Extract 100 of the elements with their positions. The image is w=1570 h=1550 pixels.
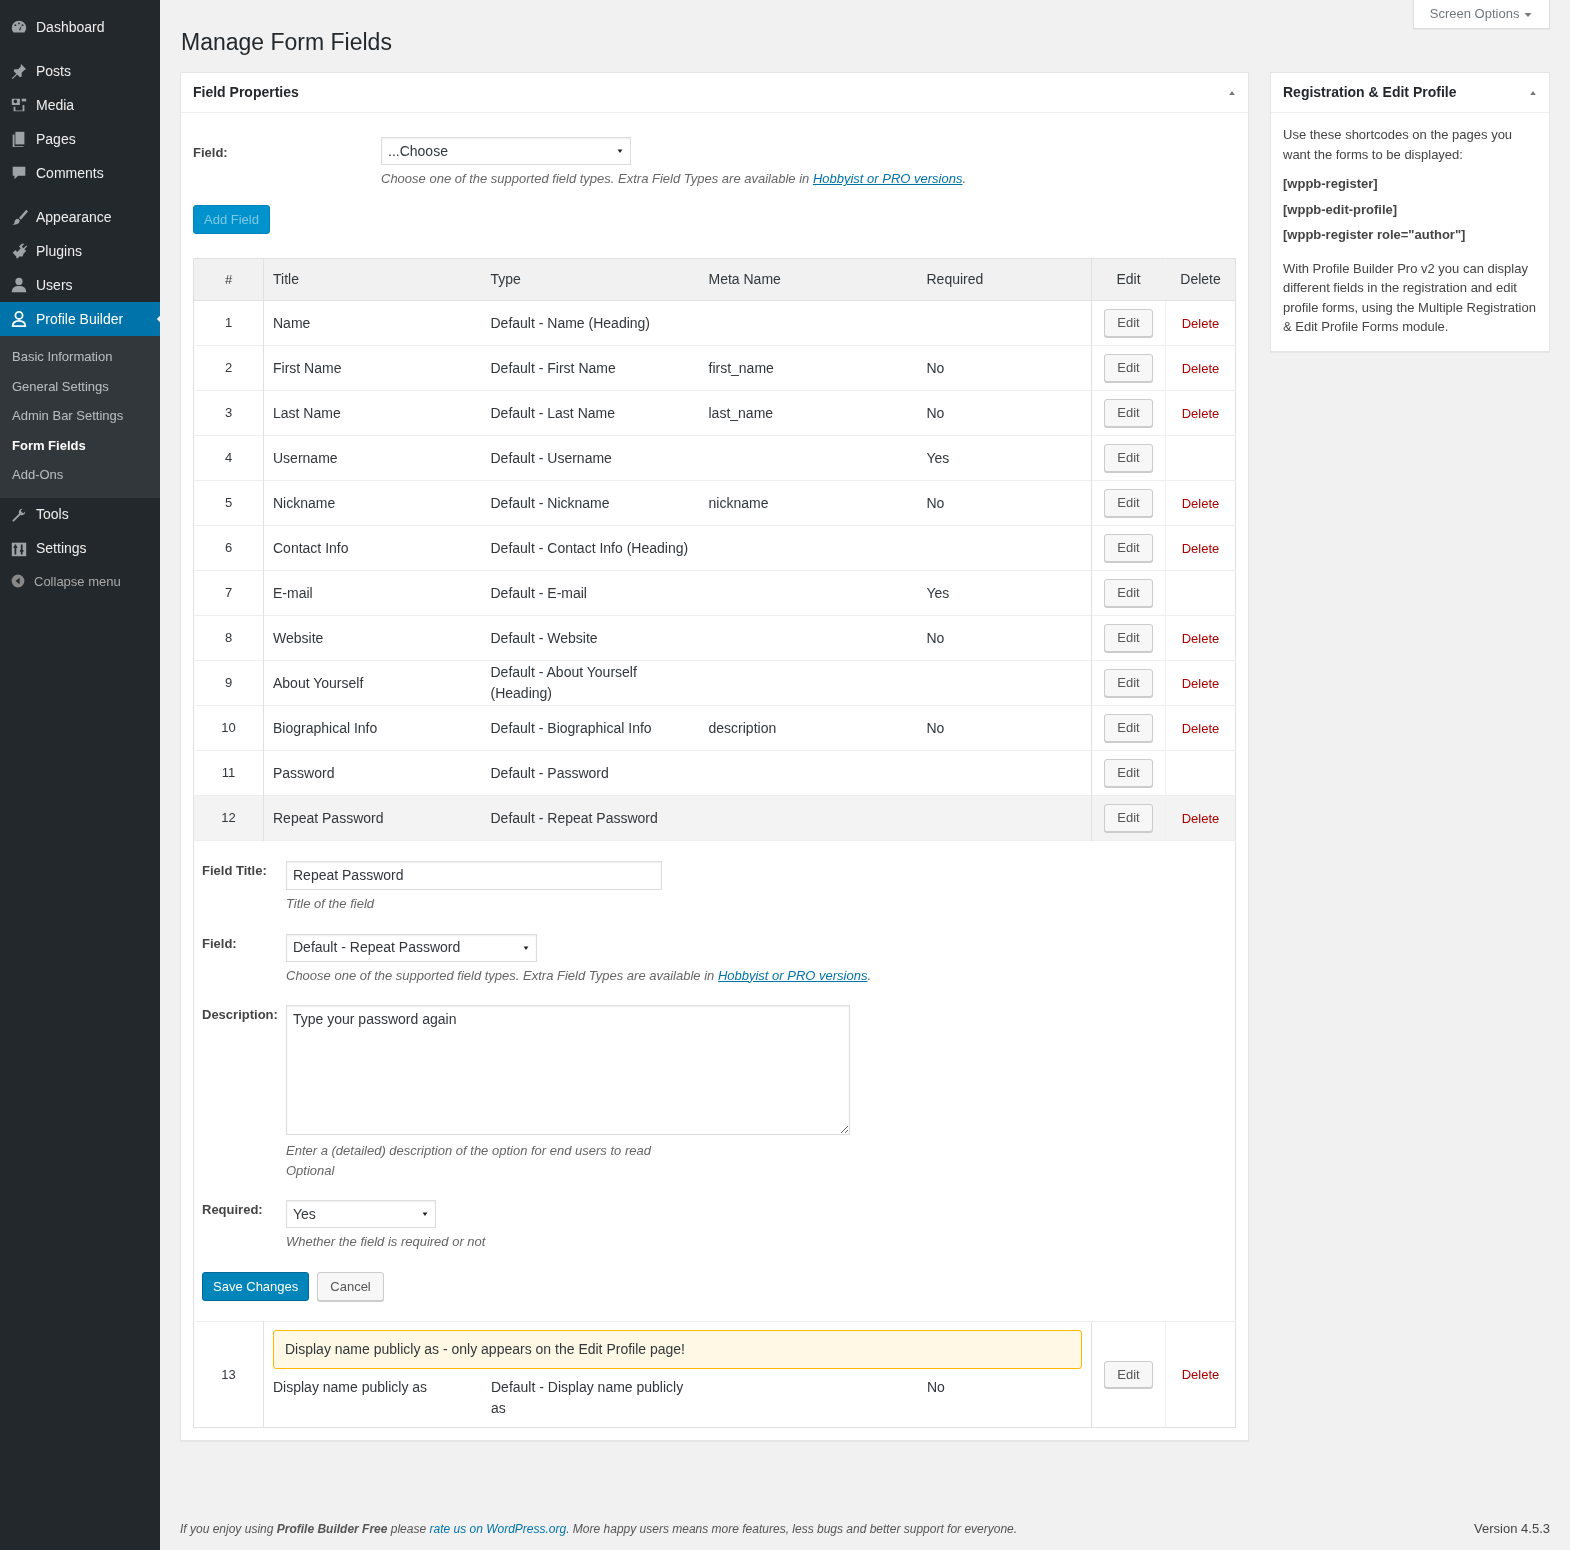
edit-button[interactable]: Edit bbox=[1104, 714, 1153, 742]
column-header: Delete bbox=[1165, 258, 1236, 301]
plug-icon bbox=[10, 242, 28, 260]
table-cell: Default - First Name bbox=[481, 345, 700, 391]
cancel-button[interactable]: Cancel bbox=[317, 1271, 384, 1302]
column-header: # bbox=[193, 258, 264, 301]
field-label: Field Title: bbox=[202, 862, 268, 881]
edit-button[interactable]: Edit bbox=[1104, 669, 1153, 697]
delete-link[interactable]: Delete bbox=[1181, 495, 1220, 511]
table-cell: Default - Username bbox=[481, 435, 700, 481]
screen-options-button[interactable]: Screen Options bbox=[1412, 0, 1550, 29]
table-cell: Nickname bbox=[263, 480, 482, 526]
panel-title: Field Properties bbox=[193, 83, 299, 103]
menu-item[interactable]: Comments bbox=[0, 156, 160, 190]
table-cell: Default - About Yourself (Heading) bbox=[481, 660, 700, 706]
menu-item[interactable]: Users bbox=[0, 268, 160, 302]
menu-item[interactable]: Settings bbox=[0, 531, 160, 566]
table-cell: No bbox=[917, 615, 1092, 661]
menu-item[interactable]: Posts bbox=[0, 54, 160, 88]
menu-item[interactable]: Profile Builder bbox=[0, 302, 160, 336]
person-icon bbox=[10, 310, 28, 328]
table-cell-text: Display name publicly as bbox=[273, 1378, 429, 1398]
delete-link[interactable]: Delete bbox=[1181, 1367, 1220, 1383]
delete-link[interactable]: Delete bbox=[1181, 540, 1220, 556]
menu-item[interactable]: Dashboard bbox=[0, 10, 160, 44]
paintbrush-icon bbox=[10, 208, 28, 226]
table-cell: Username bbox=[263, 435, 482, 481]
hint-text: Choose one of the supported field types. Extra Field Types are available in Hobbyist or PRO versions. bbox=[381, 170, 967, 189]
table-cell: last_name bbox=[699, 390, 918, 436]
footer-text: If you enjoy using Profile Builder Free please rate us on WordPress.org. More happy users means more features, less bugs and better support for everyone. bbox=[180, 1521, 1018, 1538]
shortcode-text: [wppb-register] bbox=[1283, 175, 1379, 194]
delete-link[interactable]: Delete bbox=[1181, 810, 1220, 826]
note-text: With Profile Builder Pro v2 you can display different fields in the registration and edit profile forms, using the Multiple Registration & Edit Profile Forms module. bbox=[1283, 259, 1537, 337]
row-number: 12 bbox=[193, 795, 264, 841]
edit-button[interactable]: Edit bbox=[1104, 309, 1153, 337]
hint-text: Whether the field is required or not bbox=[286, 1233, 486, 1252]
menu-item[interactable]: Plugins bbox=[0, 234, 160, 268]
row-number: 4 bbox=[193, 435, 264, 481]
dropdown-arrow-icon bbox=[522, 943, 530, 952]
table-cell: E-mail bbox=[263, 570, 482, 616]
submenu-item[interactable]: Form Fields bbox=[0, 430, 160, 460]
edit-button[interactable]: Edit bbox=[1104, 579, 1153, 607]
hint-text: Optional bbox=[286, 1161, 336, 1180]
table-cell: No bbox=[917, 480, 1092, 526]
menu-item[interactable]: Tools bbox=[0, 497, 160, 532]
delete-link[interactable]: Delete bbox=[1181, 360, 1220, 376]
table-cell: Biographical Info bbox=[263, 705, 482, 751]
hint-text: Title of the field bbox=[286, 895, 376, 914]
table-cell: About Yourself bbox=[263, 660, 482, 706]
user-icon bbox=[10, 276, 28, 294]
row-number: 2 bbox=[193, 345, 264, 391]
table-cell: description bbox=[699, 705, 918, 751]
table-cell: No bbox=[917, 345, 1092, 391]
edit-button[interactable]: Edit bbox=[1104, 804, 1153, 832]
select-dropdown[interactable]: ...Choose bbox=[381, 137, 631, 166]
text-input[interactable]: Repeat Password bbox=[286, 861, 662, 891]
menu-item[interactable]: Pages bbox=[0, 122, 160, 156]
page-title: Manage Form Fields bbox=[181, 28, 393, 57]
row-number: 6 bbox=[193, 525, 264, 571]
submenu-item[interactable]: Admin Bar Settings bbox=[0, 401, 160, 431]
description-textarea[interactable]: Type your password again bbox=[286, 1005, 850, 1136]
submenu-item[interactable]: General Settings bbox=[0, 371, 160, 401]
table-cell: Default - Website bbox=[481, 615, 700, 661]
menu-item[interactable]: Appearance bbox=[0, 200, 160, 234]
edit-button[interactable]: Edit bbox=[1104, 1360, 1153, 1389]
save-changes-button[interactable]: Save Changes bbox=[202, 1271, 310, 1302]
edit-button[interactable]: Edit bbox=[1104, 759, 1153, 787]
column-header: Meta Name bbox=[699, 258, 918, 301]
intro-text: Use these shortcodes on the pages you want the forms to be displayed: bbox=[1283, 126, 1514, 164]
edit-button[interactable]: Edit bbox=[1104, 399, 1153, 427]
table-cell: Repeat Password bbox=[263, 795, 482, 841]
collapse-menu-button[interactable]: Collapse menu bbox=[0, 565, 160, 597]
field-label: Field: bbox=[202, 934, 238, 953]
edit-button[interactable]: Edit bbox=[1104, 444, 1153, 472]
delete-link[interactable]: Delete bbox=[1181, 315, 1220, 331]
column-header: Type bbox=[481, 258, 700, 301]
delete-link[interactable]: Delete bbox=[1181, 720, 1220, 736]
table-cell: Default - Biographical Info bbox=[481, 705, 700, 751]
edit-button[interactable]: Edit bbox=[1104, 534, 1153, 562]
edit-button[interactable]: Edit bbox=[1104, 624, 1153, 652]
delete-link[interactable]: Delete bbox=[1181, 675, 1220, 691]
table-cell: Last Name bbox=[263, 390, 482, 436]
table-cell: Website bbox=[263, 615, 482, 661]
select-dropdown[interactable]: Default - Repeat Password bbox=[286, 933, 537, 962]
edit-button[interactable]: Edit bbox=[1104, 354, 1153, 382]
version-text: Version 4.5.3 bbox=[1474, 1519, 1550, 1538]
delete-link[interactable]: Delete bbox=[1181, 405, 1220, 421]
select-dropdown[interactable]: Yes bbox=[286, 1200, 436, 1229]
submenu-item[interactable]: Basic Information bbox=[0, 342, 160, 372]
menu-item[interactable]: Media bbox=[0, 88, 160, 122]
shortcode-text: [wppb-register role="author"] bbox=[1283, 226, 1467, 245]
submenu-item[interactable]: Add-Ons bbox=[0, 460, 160, 490]
edit-button[interactable]: Edit bbox=[1104, 489, 1153, 517]
table-cell: No bbox=[917, 390, 1092, 436]
table-cell: Default - Contact Info (Heading) bbox=[481, 525, 700, 571]
table-cell: Yes bbox=[917, 435, 1092, 481]
table-cell: Contact Info bbox=[263, 525, 482, 571]
row-number: 5 bbox=[193, 480, 264, 526]
delete-link[interactable]: Delete bbox=[1181, 630, 1220, 646]
row-number: 9 bbox=[193, 660, 264, 706]
